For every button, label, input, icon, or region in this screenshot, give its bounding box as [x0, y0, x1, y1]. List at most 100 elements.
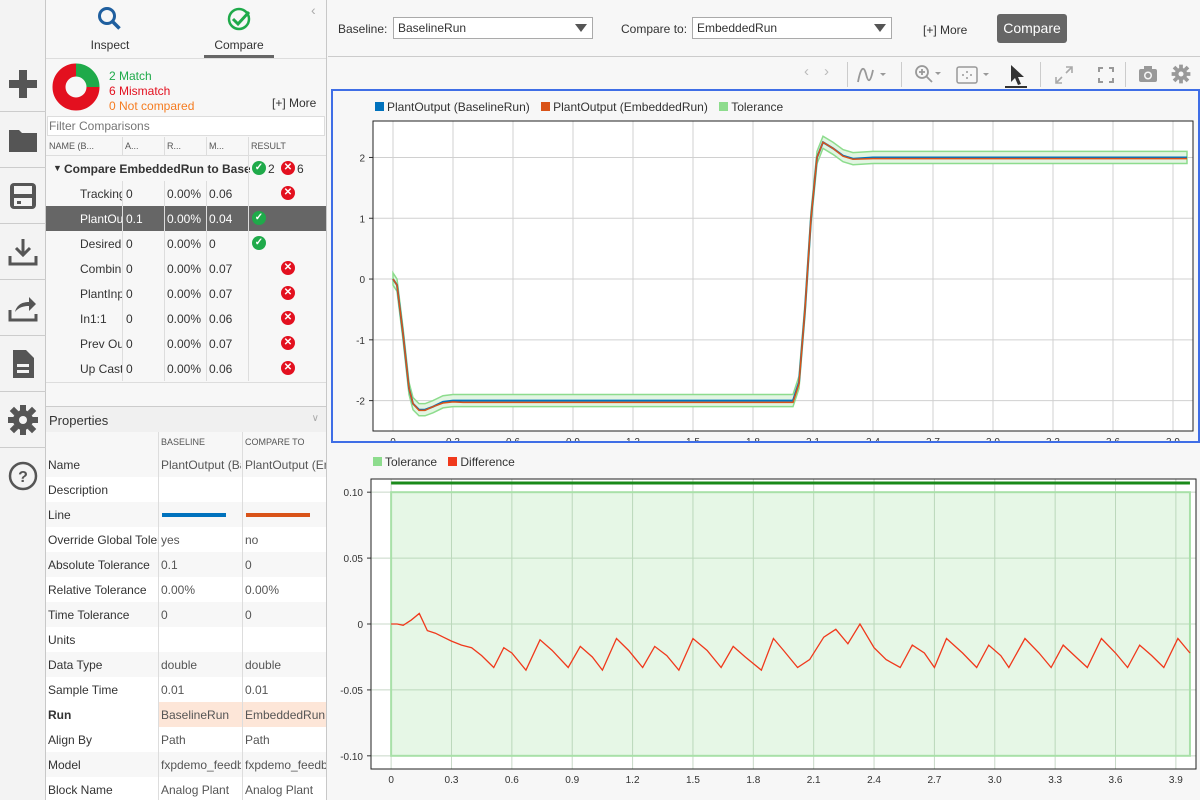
expand-caret-icon[interactable]: ▼	[53, 163, 62, 173]
camera-icon[interactable]	[1138, 65, 1158, 83]
baseline-value: 0.1	[161, 558, 178, 572]
comparison-group-row[interactable]: ▼ Compare EmbeddedRun to Base ✓ 2 ✕ 6	[46, 156, 326, 181]
table-row[interactable]: Up Cast 0 0.00% 0.06 ✕	[46, 356, 326, 381]
max-diff: 0.06	[209, 187, 233, 201]
signal-name: Combin	[80, 262, 122, 276]
export-button[interactable]	[0, 280, 46, 336]
filter-comparisons-input[interactable]	[47, 116, 325, 136]
x-tick-label: 0.3	[446, 437, 460, 441]
signal-plot[interactable]: PlantOutput (BaselineRun) PlantOutput (E…	[331, 89, 1200, 443]
baseline-value: yes	[161, 533, 180, 547]
tab-compare[interactable]: Compare	[199, 0, 279, 58]
baseline-value: BaselineRun	[398, 21, 467, 35]
compare-value: 0.01	[245, 683, 269, 697]
more-summary-link[interactable]: [+] More	[272, 96, 316, 110]
compare-button[interactable]: Compare	[997, 14, 1067, 43]
baseline-line-swatch[interactable]	[162, 513, 226, 517]
check-circle-icon	[227, 7, 251, 31]
save-icon	[10, 182, 36, 209]
property-key: Override Global Tolerance	[48, 533, 158, 547]
property-row: Block Name Analog Plant Analog Plant	[46, 777, 326, 800]
rel-tol: 0.00%	[167, 262, 202, 276]
chevron-down-icon[interactable]: ∨	[312, 413, 319, 424]
x-tick-label: 0.3	[445, 775, 459, 786]
x-tick-label: 1.5	[686, 775, 700, 786]
y-tick-label: -0.10	[340, 752, 363, 763]
col-result[interactable]: RESULT	[251, 141, 286, 151]
col-name[interactable]: NAME (B...	[49, 141, 94, 151]
col-max-diff[interactable]: M...	[209, 141, 224, 151]
property-row: Sample Time 0.01 0.01	[46, 677, 326, 702]
compare-to-dropdown[interactable]: EmbeddedRun	[692, 17, 892, 39]
property-key: Line	[48, 508, 71, 522]
tab-inspect-label: Inspect	[90, 38, 130, 52]
compare-value: no	[245, 533, 259, 547]
table-row[interactable]: Combin 0 0.00% 0.07 ✕	[46, 256, 326, 281]
property-row: Align By Path Path	[46, 727, 326, 752]
x-tick-label: 2.1	[807, 775, 821, 786]
x-tick-label: 3.6	[1109, 775, 1123, 786]
fullscreen-icon[interactable]	[1097, 66, 1115, 84]
table-row[interactable]: In1:1 0 0.00% 0.06 ✕	[46, 306, 326, 331]
not-compared-count: 0 Not compared	[109, 99, 195, 113]
tab-inspect[interactable]: Inspect	[70, 0, 150, 58]
x-tick-label: 0.9	[566, 437, 580, 441]
table-row[interactable]: Desired 0 0.00% 0 ✓	[46, 231, 326, 256]
difference-plot[interactable]: Tolerance Difference 0 0.3 0.6 0.9 1.2 1.5 1.8…	[331, 449, 1200, 800]
save-button[interactable]	[0, 168, 46, 224]
property-row: Name PlantOutput (BaselineRun) PlantOutput…	[46, 452, 326, 477]
x-tick-label: 0.6	[506, 437, 520, 441]
cursor-icon[interactable]	[1005, 63, 1027, 89]
table-row[interactable]: Prev Ou 0 0.00% 0.07 ✕	[46, 331, 326, 356]
signal-name: PlantOu	[80, 212, 122, 226]
x-tick-label: 3.6	[1106, 437, 1120, 441]
expand-icon[interactable]	[1053, 64, 1075, 86]
compare-to-value: EmbeddedRun	[697, 21, 778, 35]
signal-name: Tracking	[80, 187, 122, 201]
gear-icon	[8, 404, 38, 435]
left-toolbar: ?	[0, 0, 46, 800]
properties-header[interactable]: Properties ∨	[46, 406, 326, 432]
import-button[interactable]	[0, 224, 46, 280]
report-button[interactable]	[0, 336, 46, 392]
baseline-dropdown[interactable]: BaselineRun	[393, 17, 593, 39]
property-key: Absolute Tolerance	[48, 558, 150, 572]
col-abs-tol[interactable]: A...	[125, 141, 139, 151]
y-tick-label: 0.05	[344, 554, 364, 565]
signal-icon[interactable]	[856, 64, 890, 86]
forward-icon[interactable]: ›	[824, 63, 829, 80]
y-tick-label: -0.05	[340, 686, 363, 697]
table-row[interactable]: PlantOu 0.1 0.00% 0.04 ✓	[46, 206, 326, 231]
x-tick-label: 3.9	[1169, 775, 1183, 786]
col-rel-tol[interactable]: R...	[167, 141, 181, 151]
fail-icon: ✕	[281, 186, 295, 200]
baseline-value: fxpdemo_feedback	[161, 758, 241, 772]
plot-toolbar: ‹ ›	[790, 60, 1200, 90]
x-tick-label: 2.1	[806, 437, 820, 441]
property-row: Override Global Toleranceyes no	[46, 527, 326, 552]
baseline-value: Analog Plant	[161, 783, 230, 797]
x-tick-label: 3.9	[1166, 437, 1180, 441]
fit-to-view-icon[interactable]	[955, 64, 991, 86]
x-tick-label: 0.6	[505, 775, 519, 786]
more-options-link[interactable]: [+] More	[923, 23, 967, 37]
x-tick-label: 3.0	[988, 775, 1002, 786]
help-button[interactable]: ?	[0, 448, 46, 504]
baseline-value: 0	[161, 608, 168, 622]
settings-button[interactable]	[0, 392, 46, 448]
property-key: Time Tolerance	[48, 608, 130, 622]
property-row: Description	[46, 477, 326, 502]
table-row[interactable]: PlantInp 0 0.00% 0.07 ✕	[46, 281, 326, 306]
zoom-icon[interactable]	[914, 64, 944, 86]
open-button[interactable]	[0, 112, 46, 168]
donut-slice-match	[75, 63, 100, 88]
settings-icon[interactable]	[1171, 64, 1191, 84]
table-row[interactable]: Tracking 0 0.00% 0.06 ✕	[46, 181, 326, 206]
collapse-panel-button[interactable]: ‹	[311, 2, 316, 18]
back-icon[interactable]: ‹	[804, 63, 809, 80]
plus-icon	[9, 69, 37, 98]
new-session-button[interactable]	[0, 56, 46, 112]
compare-line-swatch[interactable]	[246, 513, 310, 517]
plot2-canvas: 0 0.3 0.6 0.9 1.2 1.5 1.8 2.1 2.4 2.7 3.0 3.3 3.6 3.9…	[340, 478, 1197, 786]
property-row: Run BaselineRun EmbeddedRun	[46, 702, 326, 727]
